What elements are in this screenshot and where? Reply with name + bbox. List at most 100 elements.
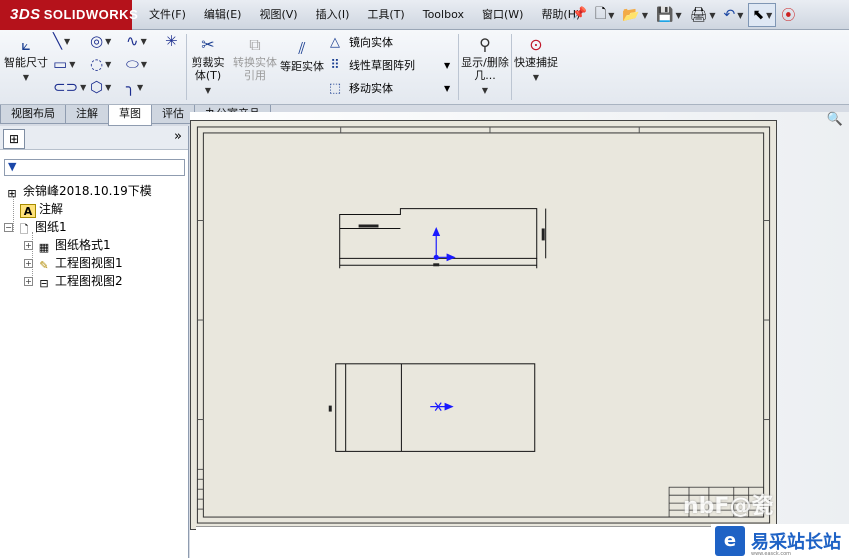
linear-pattern-button[interactable]: ⠿ 线性草图阵列 ▼ <box>326 55 450 75</box>
smart-dimension-icon: ⟀ <box>21 35 31 54</box>
display-delete-relations-button[interactable]: ⚲ 显示/删除几... ▼ <box>461 36 509 97</box>
chevron-down-icon: ▼ <box>444 83 451 93</box>
arc-tool[interactable]: ◌ ▼ <box>90 55 111 74</box>
offset-label: 等距实体 <box>280 60 324 73</box>
open-folder-icon: 📂 <box>622 7 640 23</box>
save-icon: 💾 <box>656 7 674 23</box>
line-tool[interactable]: ╲ ▼ <box>53 32 70 51</box>
command-manager: ⟀ 智能尺寸 ▼ ╲ ▼ ◎ ▼ ∿ ▼ ✳ ▭ ▼ ◌ ▼ ⬭ ▼ ⊂⊃ ▼ ⬡ ▼ ╮ ▼ ✂… <box>0 30 849 105</box>
drawing-view-icon: ✎ <box>39 259 49 272</box>
print-icon: 🖨 <box>689 7 708 23</box>
left-strip <box>197 468 204 510</box>
chevron-down-icon: ▼ <box>105 59 112 69</box>
new-document-button[interactable]: 🗋 ▼ <box>592 3 617 27</box>
chevron-down-icon: ▼ <box>766 10 773 20</box>
select-button[interactable]: ⬉ ▼ <box>748 3 777 27</box>
tab-view-layout[interactable]: 视图布局 <box>0 105 66 124</box>
chevron-down-icon: ▼ <box>105 82 112 92</box>
feature-tree: ⊞ 余锦峰2018.10.19下模 A 注解 − 🗋 图纸1 + ▦ 图纸格式1 + ✎ 工程图… <box>4 182 187 290</box>
tree-filter-input[interactable]: ▼ <box>4 159 185 176</box>
chevron-down-icon: ▼ <box>641 10 649 20</box>
sheet-format-label: 图纸格式1 <box>55 238 111 252</box>
tab-evaluate[interactable]: 评估 <box>151 105 195 124</box>
convert-entities-button[interactable]: ⧉ 转换实体引用 <box>233 36 277 83</box>
zoom-icon[interactable]: 🔍 <box>827 112 843 127</box>
tree-root[interactable]: ⊞ 余锦峰2018.10.19下模 <box>4 182 187 200</box>
move-entities-button[interactable]: ⬚ 移动实体 ▼ <box>326 78 450 98</box>
show-delete-label: 显示/删除几... <box>461 56 509 82</box>
tree-item-annotations[interactable]: A 注解 <box>4 200 187 218</box>
chevron-down-icon: ▼ <box>140 59 147 69</box>
quick-access-toolbar: 🗋 ▼ 📂 ▼ 💾 ▼ 🖨 ▼ ↶ ▼ ⬉ ▼ ⦿ <box>592 2 798 28</box>
menu-file[interactable]: 文件(F) <box>140 0 195 30</box>
mirror-label: 镜向实体 <box>349 36 393 49</box>
polygon-tool[interactable]: ⬡ ▼ <box>90 78 111 97</box>
panel-tab-bar: ⊞ » <box>0 126 188 150</box>
spline-tool[interactable]: ∿ ▼ <box>126 32 147 51</box>
chevron-down-icon: ▼ <box>481 86 489 95</box>
watermark-sub: www.easck.com <box>751 551 792 557</box>
feature-manager-tab-icon[interactable]: ⊞ <box>3 129 25 149</box>
solidworks-logo[interactable]: 3DS SOLIDWORKS <box>0 0 138 30</box>
feature-manager-panel: ⊞ » ▼ ⊞ 余锦峰2018.10.19下模 A 注解 − 🗋 图纸1 + ▦ 图纸格式1… <box>0 126 189 558</box>
tab-sketch[interactable]: 草图 <box>108 105 152 126</box>
menu-toolbox[interactable]: Toolbox <box>414 0 473 30</box>
tree-item-sheet-format[interactable]: + ▦ 图纸格式1 <box>4 236 187 254</box>
filter-icon: ▼ <box>8 160 17 173</box>
mirror-entities-button[interactable]: △ 镜向实体 <box>326 32 393 52</box>
sheet-label: 图纸1 <box>35 220 67 234</box>
open-button[interactable]: 📂 ▼ <box>619 3 651 27</box>
tab-annotation[interactable]: 注解 <box>65 105 109 124</box>
slot-tool[interactable]: ⊂⊃ ▼ <box>53 78 86 97</box>
mirror-icon: △ <box>330 34 340 50</box>
collapse-icon[interactable]: − <box>4 223 13 232</box>
tree-item-sheet[interactable]: − 🗋 图纸1 <box>4 218 187 236</box>
slot-icon: ⊂⊃ <box>53 78 79 96</box>
polygon-icon: ⬡ <box>90 78 104 96</box>
menu-tools[interactable]: 工具(T) <box>358 0 413 30</box>
tree-item-view2[interactable]: + ⊟ 工程图视图2 <box>4 272 187 290</box>
tree-item-view1[interactable]: + ✎ 工程图视图1 <box>4 254 187 272</box>
chevron-down-icon: ▼ <box>80 82 87 92</box>
relations-icon: ⚲ <box>479 35 491 54</box>
menu-window[interactable]: 窗口(W) <box>473 0 532 30</box>
offset-entities-button[interactable]: ⫽ 等距实体 <box>280 40 324 74</box>
chevron-down-icon: ▼ <box>69 59 76 69</box>
circle-tool[interactable]: ◎ ▼ <box>90 32 111 51</box>
menu-insert[interactable]: 插入(I) <box>307 0 359 30</box>
fillet-tool[interactable]: ╮ ▼ <box>126 78 143 97</box>
point-tool[interactable]: ✳ <box>165 32 178 50</box>
undo-icon: ↶ <box>723 7 736 23</box>
smart-dimension-button[interactable]: ⟀ 智能尺寸 ▼ <box>4 36 48 84</box>
line-icon: ╲ <box>53 32 63 50</box>
expand-icon[interactable]: + <box>24 259 33 268</box>
rebuild-button[interactable]: ⦿ <box>778 3 798 27</box>
view1-label: 工程图视图1 <box>55 256 123 270</box>
circle-icon: ◎ <box>90 32 104 50</box>
title-bar: 3DS SOLIDWORKS 文件(F) 编辑(E) 视图(V) 插入(I) 工具… <box>0 0 849 30</box>
move-icon: ⬚ <box>328 80 342 96</box>
linear-pattern-icon: ⠿ <box>330 57 340 73</box>
expand-icon[interactable]: + <box>24 241 33 250</box>
new-document-icon: 🗋 <box>595 6 607 22</box>
drawing-icon: ⊞ <box>7 187 17 200</box>
expand-icon[interactable]: + <box>24 277 33 286</box>
view1-dimensions <box>358 224 545 267</box>
expand-panel-icon[interactable]: » <box>174 129 182 144</box>
ellipse-tool[interactable]: ⬭ ▼ <box>126 55 147 74</box>
chevron-down-icon: ▼ <box>444 60 451 70</box>
drawing-sheet[interactable] <box>190 120 777 530</box>
horizontal-scrollbar[interactable] <box>196 526 776 558</box>
save-button[interactable]: 💾 ▼ <box>653 3 685 27</box>
pin-icon[interactable]: 📌 <box>572 6 587 22</box>
trim-entities-button[interactable]: ✂ 剪裁实体(T) ▼ <box>188 36 228 97</box>
print-button[interactable]: 🖨 ▼ <box>687 3 719 27</box>
menu-view[interactable]: 视图(V) <box>250 0 306 30</box>
undo-button[interactable]: ↶ ▼ <box>721 3 747 27</box>
sheet-border-inner <box>202 132 765 518</box>
quick-snaps-button[interactable]: ⊙ 快速捕捉 ▼ <box>514 36 558 84</box>
menu-edit[interactable]: 编辑(E) <box>195 0 251 30</box>
ellipse-icon: ⬭ <box>126 55 139 73</box>
logo-text: SOLIDWORKS <box>43 7 139 22</box>
rectangle-tool[interactable]: ▭ ▼ <box>53 55 75 74</box>
